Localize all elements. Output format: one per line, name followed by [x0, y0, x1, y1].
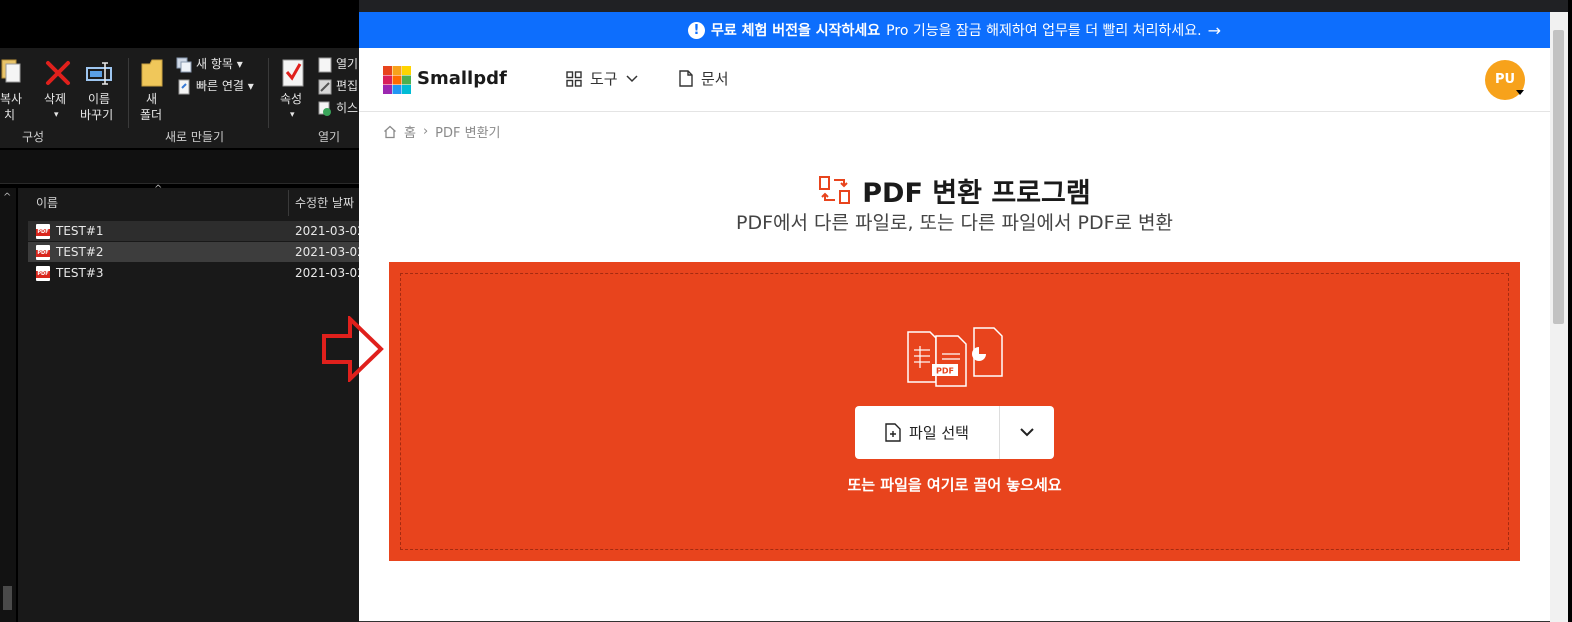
- file-types-illustration-icon: PDF: [907, 327, 1003, 387]
- column-header-name[interactable]: 이름: [36, 188, 58, 218]
- rename-label-a[interactable]: 이름: [88, 92, 110, 107]
- chevron-down-icon: [626, 74, 638, 82]
- pdf-file-icon: [36, 224, 50, 239]
- easy-access-button[interactable]: 빠른 연결 ▾: [196, 79, 254, 94]
- open-icon[interactable]: [318, 57, 332, 73]
- avatar-initials: PU: [1494, 72, 1516, 87]
- new-folder-label-b[interactable]: 폴더: [140, 108, 162, 123]
- breadcrumb-home[interactable]: 홈: [404, 122, 416, 141]
- properties-check-icon[interactable]: [281, 58, 305, 88]
- avatar-caret-icon: [1516, 90, 1524, 95]
- ribbon-group-organize: 구성: [22, 130, 45, 144]
- file-name: TEST#1: [56, 224, 104, 238]
- delete-button-label[interactable]: 삭제: [44, 92, 66, 107]
- tools-menu[interactable]: 도구: [566, 68, 638, 89]
- file-row[interactable]: TEST#3 2021-03-02: [28, 263, 365, 283]
- drop-hint-text: 또는 파일을 여기로 끌어 놓으세요: [847, 476, 1062, 494]
- chevron-down-icon: [1020, 428, 1034, 437]
- new-item-label: 새 항목: [196, 57, 233, 71]
- open-label[interactable]: 열기: [336, 57, 358, 72]
- sort-arrow-icon: ^: [154, 184, 163, 195]
- promo-text: Pro 기능을 잠금 해제하여 업무를 더 빨리 처리하세요.: [886, 23, 1202, 39]
- red-outline-arrow-icon: [322, 316, 384, 382]
- ribbon-group-new: 새로 만들기: [165, 130, 225, 144]
- ribbon-group-open: 열기: [318, 130, 341, 144]
- explorer-title-strip: [0, 0, 360, 27]
- file-dropzone[interactable]: PDF 파일 선택 또는 파일을 여기로 끌어 놓으세요: [389, 262, 1520, 561]
- tools-label: 도구: [590, 70, 618, 88]
- breadcrumb: 홈 › PDF 변환기: [383, 122, 501, 141]
- new-folder-label-a[interactable]: 새: [146, 92, 157, 107]
- copy-path-label-a[interactable]: 복사: [0, 92, 22, 107]
- new-item-button[interactable]: 새 항목 ▾: [196, 57, 243, 72]
- scrollbar-thumb[interactable]: [1553, 30, 1564, 324]
- file-list: ^ 이름 수정한 날짜 TEST#1 2021-03-02 TEST#2 202…: [18, 184, 365, 622]
- choose-file-label: 파일 선택: [909, 424, 969, 442]
- grid-icon: [566, 70, 582, 87]
- pdf-file-icon: [36, 245, 50, 260]
- browser-tab-strip: [359, 0, 1568, 12]
- properties-dropdown-caret[interactable]: ▾: [290, 108, 295, 123]
- easy-access-label: 빠른 연결: [196, 79, 244, 93]
- more-upload-options-button[interactable]: [1000, 406, 1054, 459]
- copy-path-label-b[interactable]: 치: [4, 108, 15, 123]
- file-name: TEST#2: [56, 245, 104, 259]
- page-subtitle: PDF에서 다른 파일로, 또는 다른 파일에서 PDF로 변환: [736, 212, 1173, 234]
- copy-path-icon[interactable]: [0, 56, 22, 86]
- breadcrumb-current: PDF 변환기: [435, 126, 501, 141]
- pdf-file-icon: [36, 266, 50, 281]
- delete-x-icon[interactable]: [45, 60, 71, 86]
- promo-banner[interactable]: ! 무료 체험 버전을 시작하세요 Pro 기능을 잠금 해제하여 업무를 더 …: [359, 12, 1550, 48]
- file-name: TEST#3: [56, 266, 104, 280]
- file-date: 2021-03-02: [295, 245, 365, 259]
- documents-menu[interactable]: 문서: [679, 68, 729, 89]
- documents-label: 문서: [701, 70, 729, 88]
- navigation-pane[interactable]: ^: [0, 188, 16, 622]
- pdf-badge-text: PDF: [936, 367, 954, 376]
- properties-label[interactable]: 속성: [280, 92, 302, 107]
- rename-icon[interactable]: [85, 60, 115, 86]
- history-label[interactable]: 히스: [336, 101, 358, 116]
- nav-pane-scrollbar[interactable]: [3, 586, 12, 610]
- document-icon: [679, 70, 693, 87]
- file-picker-split-button[interactable]: 파일 선택: [855, 406, 1054, 459]
- edit-icon[interactable]: [318, 79, 332, 95]
- user-avatar[interactable]: PU: [1485, 60, 1525, 100]
- explorer-address-bar[interactable]: [0, 150, 360, 184]
- new-item-icon[interactable]: [176, 57, 192, 73]
- home-icon[interactable]: [383, 125, 397, 139]
- edit-label[interactable]: 편집: [336, 79, 358, 94]
- choose-file-button[interactable]: 파일 선택: [855, 406, 1000, 459]
- file-explorer-window: 복사 치 삭제 ▾ 이름 바꾸기 새 폴더 새 항목 ▾ 빠른 연결 ▾ 속성 …: [0, 0, 365, 622]
- breadcrumb-separator: ›: [422, 124, 429, 139]
- history-icon[interactable]: [318, 101, 332, 117]
- convert-icon: [819, 176, 851, 204]
- promo-bold-text: 무료 체험 버전을 시작하세요: [710, 23, 881, 39]
- page-title-row: PDF 변환 프로그램: [359, 170, 1550, 210]
- alert-icon: !: [687, 21, 705, 39]
- file-date: 2021-03-02: [295, 266, 365, 280]
- delete-dropdown-caret[interactable]: ▾: [54, 108, 59, 123]
- file-row[interactable]: TEST#2 2021-03-02: [28, 242, 365, 262]
- nav-collapse-chevron-icon[interactable]: ^: [3, 192, 11, 203]
- arrow-right-icon: →: [1207, 20, 1221, 40]
- file-date: 2021-03-02: [295, 224, 365, 238]
- file-row[interactable]: TEST#1 2021-03-02: [28, 221, 365, 241]
- easy-access-icon[interactable]: [176, 79, 192, 95]
- logo-text[interactable]: Smallpdf: [417, 68, 507, 89]
- rename-label-b[interactable]: 바꾸기: [80, 108, 113, 123]
- browser-vertical-scrollbar[interactable]: [1550, 12, 1568, 622]
- new-folder-icon[interactable]: [140, 58, 164, 88]
- add-file-icon: [885, 423, 901, 442]
- page-title: PDF 변환 프로그램: [862, 177, 1091, 209]
- smallpdf-logo-icon[interactable]: [383, 66, 411, 94]
- column-header-modified[interactable]: 수정한 날짜: [295, 188, 360, 218]
- site-header: Smallpdf 도구 문서 PU: [359, 48, 1550, 112]
- browser-window: ! 무료 체험 버전을 시작하세요 Pro 기능을 잠금 해제하여 업무를 더 …: [359, 0, 1568, 622]
